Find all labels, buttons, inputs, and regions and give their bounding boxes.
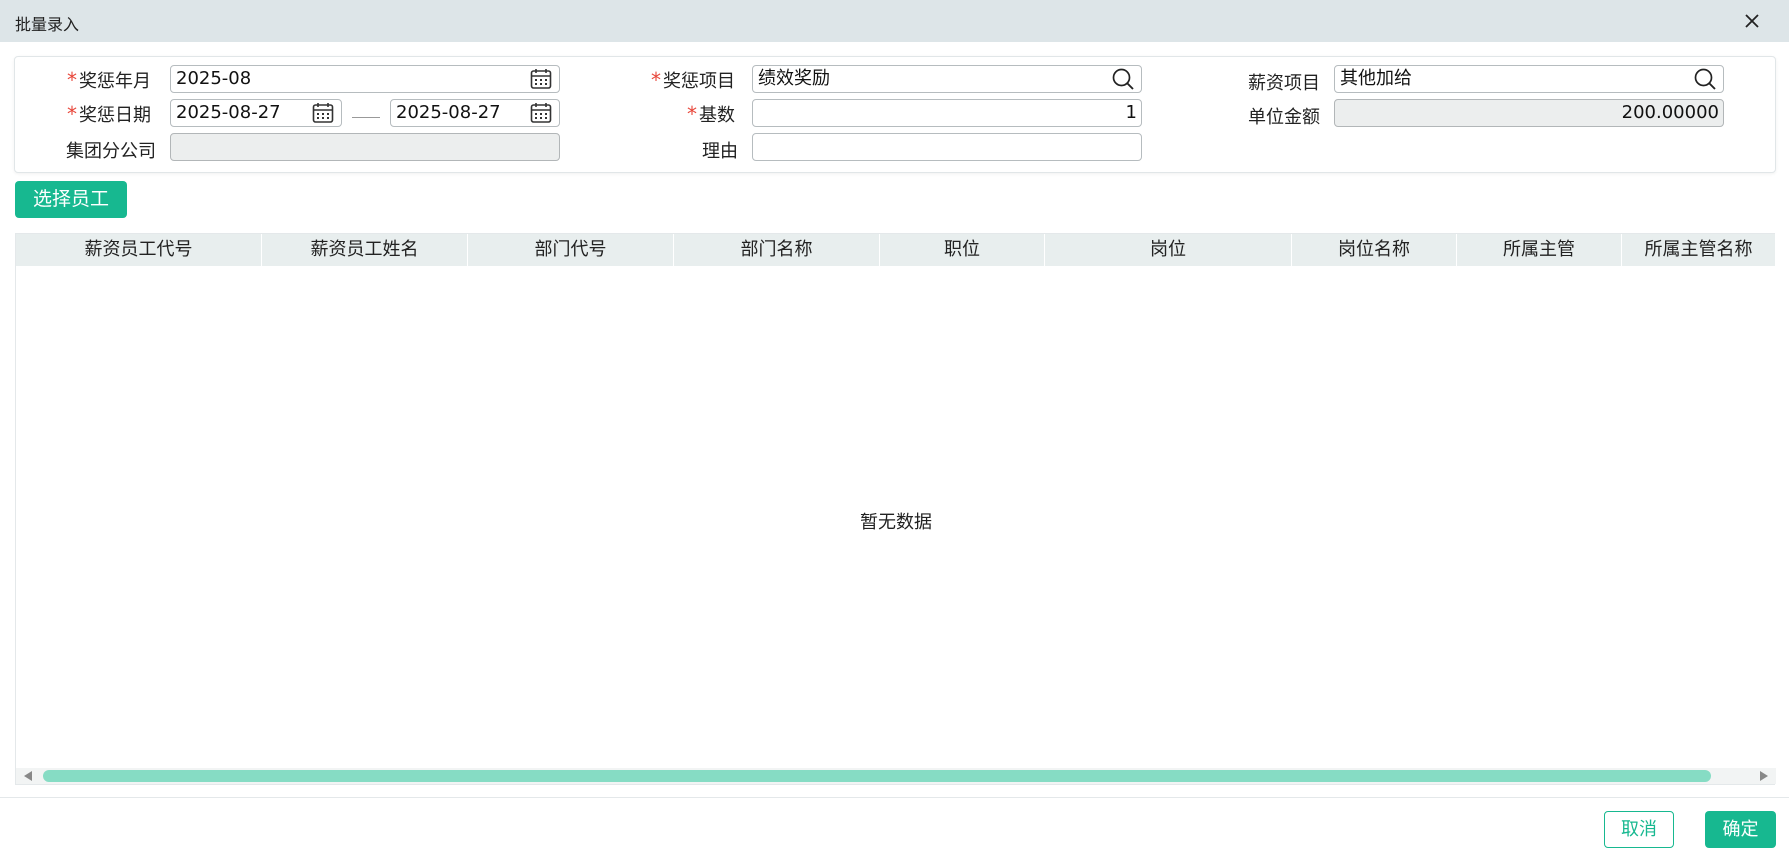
column-header[interactable]: 岗位名称 — [1292, 234, 1457, 266]
scrollbar-thumb[interactable] — [43, 770, 1711, 782]
group-company-label: 集团分公司 — [66, 141, 156, 162]
reward-month-label: * 奖惩年月 — [67, 68, 151, 92]
cancel-button[interactable]: 取消 — [1604, 811, 1674, 848]
reward-item-field[interactable]: 绩效奖励 — [752, 65, 1142, 93]
salary-item-label: 薪资项目 — [1248, 73, 1320, 94]
column-header[interactable]: 薪资员工姓名 — [262, 234, 468, 266]
reason-field[interactable] — [752, 133, 1142, 161]
scroll-left-icon[interactable] — [24, 771, 32, 781]
calendar-icon[interactable] — [529, 67, 553, 91]
batch-entry-dialog: 批量录入 * 奖惩年月 2025-08 * 奖惩项目 绩效奖励 薪资项目 其他加给 — [0, 0, 1789, 860]
table-header: 薪资员工代号 薪资员工姓名 部门代号 部门名称 职位 岗位 岗位名称 所属主管 所属主管名称 — [16, 234, 1776, 266]
scroll-right-icon[interactable] — [1760, 771, 1768, 781]
form-panel: * 奖惩年月 2025-08 * 奖惩项目 绩效奖励 薪资项目 其他加给 * 奖惩日 — [14, 56, 1776, 173]
base-count-label: * 基数 — [687, 102, 735, 126]
column-header[interactable]: 岗位 — [1045, 234, 1292, 266]
dialog-titlebar: 批量录入 — [0, 0, 1789, 42]
salary-item-field[interactable]: 其他加给 — [1334, 65, 1724, 93]
column-header[interactable]: 职位 — [880, 234, 1045, 266]
column-header[interactable]: 所属主管名称 — [1622, 234, 1776, 266]
column-header[interactable]: 部门代号 — [468, 234, 674, 266]
footer-divider — [0, 797, 1789, 798]
date-range-separator — [352, 117, 380, 118]
employee-table: 薪资员工代号 薪资员工姓名 部门代号 部门名称 职位 岗位 岗位名称 所属主管 所属主管名称 暂… — [15, 233, 1776, 785]
search-icon[interactable] — [1693, 67, 1717, 91]
column-header[interactable]: 部门名称 — [674, 234, 880, 266]
column-header[interactable]: 所属主管 — [1457, 234, 1622, 266]
confirm-button[interactable]: 确定 — [1705, 811, 1776, 848]
unit-amount-label: 单位金额 — [1248, 107, 1320, 128]
calendar-icon[interactable] — [529, 101, 553, 125]
reward-month-field[interactable]: 2025-08 — [170, 65, 560, 93]
empty-state-text: 暂无数据 — [860, 512, 932, 533]
reason-label: 理由 — [702, 141, 738, 162]
dialog-title: 批量录入 — [15, 15, 80, 34]
horizontal-scrollbar[interactable] — [16, 768, 1776, 784]
group-company-field — [170, 133, 560, 161]
select-employee-button[interactable]: 选择员工 — [15, 181, 127, 218]
column-header[interactable]: 薪资员工代号 — [16, 234, 262, 266]
calendar-icon[interactable] — [311, 101, 335, 125]
reward-date-label: * 奖惩日期 — [67, 102, 151, 126]
unit-amount-field: 200.00000 — [1334, 99, 1724, 127]
close-icon[interactable] — [1738, 7, 1766, 35]
base-count-field[interactable]: 1 — [752, 99, 1142, 127]
reward-item-label: * 奖惩项目 — [651, 68, 735, 92]
search-icon[interactable] — [1111, 67, 1135, 91]
